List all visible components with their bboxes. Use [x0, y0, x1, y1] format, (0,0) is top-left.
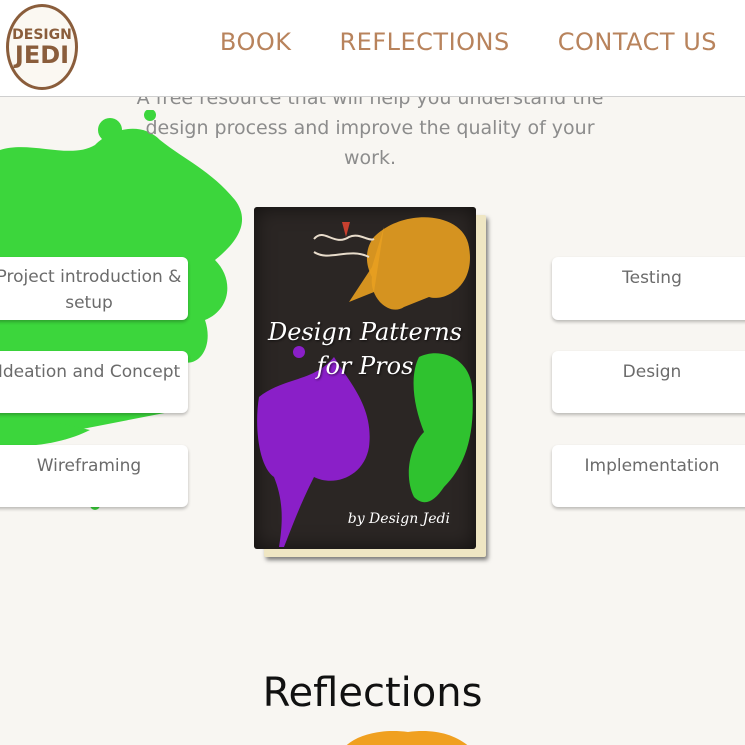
step-label: Testing [622, 268, 682, 288]
step-card-implementation[interactable]: Implementation [552, 445, 745, 507]
book-title-line-1: Design Patterns [267, 318, 462, 346]
page: DESIGN JEDI BOOK REFLECTIONS CONTACT US … [0, 0, 745, 745]
nav-contact-link[interactable]: CONTACT US [558, 28, 717, 56]
step-label: Implementation [584, 456, 720, 476]
step-label: Wireframing [36, 456, 142, 476]
step-card-design[interactable]: Design [552, 351, 745, 413]
design-jedi-logo[interactable]: DESIGN JEDI [6, 4, 78, 90]
step-card-project-introduction[interactable]: Project introduction & setup [0, 257, 188, 320]
step-label: Project introduction & setup [0, 267, 182, 313]
orange-paint-splash [346, 731, 468, 745]
step-card-wireframing[interactable]: Wireframing [0, 445, 188, 507]
book-cover: Design Patterns for Pros by Design Jedi [254, 207, 476, 549]
step-label: Ideation and Concept [0, 362, 181, 382]
step-card-ideation[interactable]: Ideation and Concept [0, 351, 188, 413]
book-title: Design Patterns for Pros [254, 315, 476, 383]
nav-book-link[interactable]: BOOK [220, 28, 292, 56]
nav-reflections-link[interactable]: REFLECTIONS [339, 28, 509, 56]
book-title-line-2: for Pros [316, 352, 414, 380]
step-card-testing[interactable]: Testing [552, 257, 745, 320]
reflections-heading: Reflections [262, 670, 483, 716]
book-cover-image[interactable]: Design Patterns for Pros by Design Jedi [254, 207, 486, 557]
site-header: DESIGN JEDI BOOK REFLECTIONS CONTACT US [0, 0, 745, 97]
main-nav: BOOK REFLECTIONS CONTACT US [220, 28, 717, 56]
book-author: by Design Jedi [347, 511, 450, 527]
logo-line-2: JEDI [14, 41, 70, 69]
step-label: Design [622, 362, 682, 382]
